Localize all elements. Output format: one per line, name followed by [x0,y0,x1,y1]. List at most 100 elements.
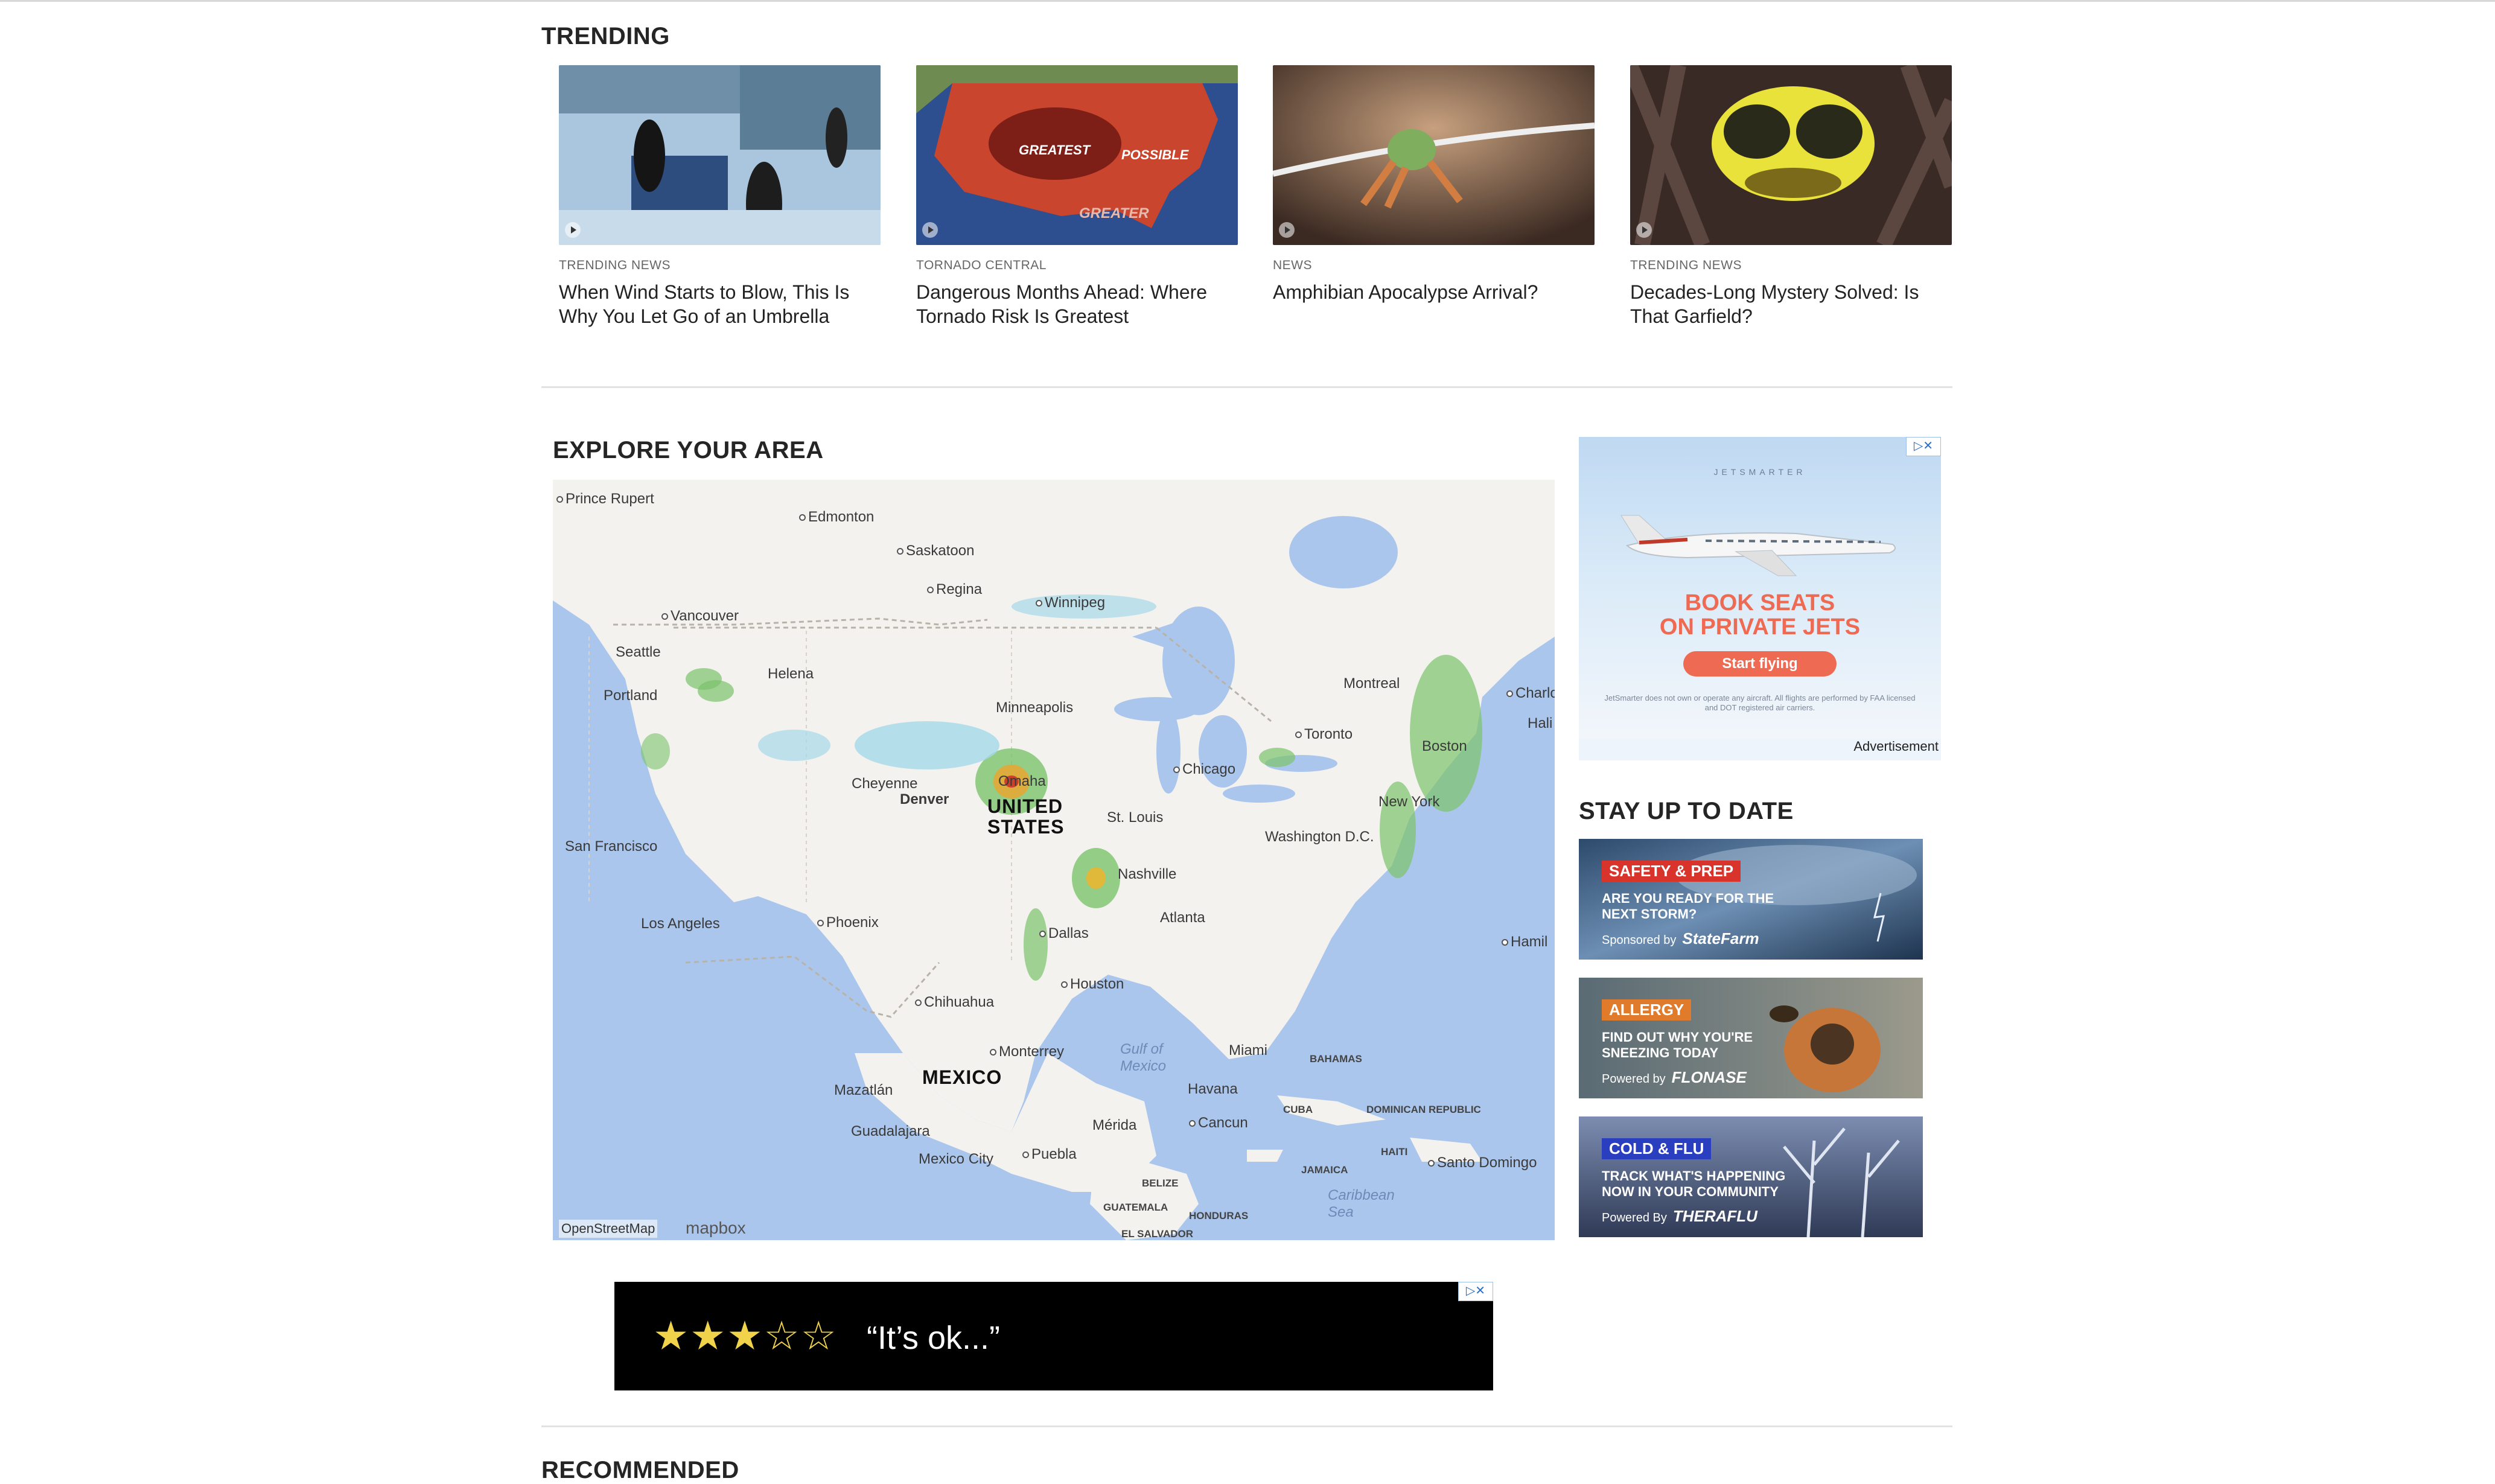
play-icon[interactable] [1636,222,1652,238]
map-country-label: UNITED STATES [987,795,1065,838]
ad-headline-line2: ON PRIVATE JETS [1659,614,1861,640]
video-thumbnail[interactable] [1630,65,1952,245]
top-border [0,0,2495,2]
recommended-heading: RECOMMENDED [541,1457,739,1483]
map-region-label: GUATEMALA [1103,1202,1168,1213]
advertisement-label: Advertisement [1853,739,1939,754]
map-overlay-text: GREATEST [1019,142,1091,158]
sponsor-logo: StateFarm [1682,929,1759,947]
card-category: NEWS [1273,258,1312,272]
trending-heading: TRENDING [541,23,670,49]
map-city-label: Montreal [1343,675,1400,692]
map-city-label: Seattle [616,644,661,660]
card-headline[interactable]: Amphibian Apocalypse Arrival? [1273,280,1595,304]
map-city-label: Chihuahua [915,994,994,1011]
weather-radar-map[interactable]: Prince Rupert Edmonton Saskatoon Regina … [553,480,1555,1240]
map-region-label: EL SALVADOR [1121,1228,1194,1240]
advertisement-banner-bottom[interactable]: ▷✕ ★★★☆☆ “It’s ok...” [614,1282,1493,1390]
map-city-label: Dallas [1039,925,1089,942]
ad-brand: JETSMARTER [1713,467,1806,477]
map-sea-label: Caribbean Sea [1328,1187,1395,1220]
sponsor-prefix: Sponsored by [1602,934,1677,947]
map-city-label: Mérida [1092,1117,1137,1133]
map-city-label: Miami [1229,1042,1267,1059]
map-city-label: Toronto [1295,726,1353,743]
map-city-label: Minneapolis [996,699,1074,716]
map-overlay-text: POSSIBLE [1121,147,1189,162]
explore-heading: EXPLORE YOUR AREA [553,437,824,463]
map-city-label: Saskatoon [897,543,974,559]
map-city-label: Cancun [1189,1115,1248,1132]
map-city-label: Boston [1422,738,1467,754]
play-icon[interactable] [922,222,938,238]
map-city-label: Prince Rupert [556,491,654,508]
mapbox-logo[interactable]: mapbox [686,1218,746,1238]
video-thumbnail[interactable]: GREATEST POSSIBLE GREATER [916,65,1238,245]
promo-card-cold-flu[interactable]: COLD & FLU TRACK WHAT'S HAPPENING NOW IN… [1579,1116,1923,1237]
map-city-label: Houston [1061,976,1124,993]
advertisement-banner[interactable]: ▷✕ JETSMARTER BOOK SEATS ON PRIVATE JETS… [1579,437,1941,760]
sponsor-logo: THERAFLU [1672,1207,1757,1225]
private-jet-icon [1620,515,1896,576]
adchoices-icon[interactable]: ▷✕ [1458,1282,1493,1301]
map-city-label: Washington D.C. [1265,829,1374,845]
map-city-label: Cheyenne [852,775,918,792]
promo-sponsor: Powered By THERAFLU [1602,1207,1757,1226]
map-city-label: Guadalajara [851,1123,930,1139]
ad-quote: “It’s ok...” [867,1320,1001,1356]
map-city-label: Nashville [1118,866,1177,882]
promo-description: FIND OUT WHY YOU'RE SNEEZING TODAY [1602,1030,1753,1060]
map-city-label: Phoenix [817,914,879,931]
card-headline[interactable]: When Wind Starts to Blow, This Is Why Yo… [559,280,881,328]
map-overlay-text: GREATER [1079,205,1149,221]
play-icon[interactable] [565,222,581,238]
card-headline[interactable]: Dangerous Months Ahead: Where Tornado Ri… [916,280,1238,328]
star-rating: ★★★☆☆ [653,1313,838,1358]
map-region-label: CUBA [1283,1104,1313,1115]
map-region-label: HONDURAS [1189,1210,1249,1221]
card-headline[interactable]: Decades-Long Mystery Solved: Is That Gar… [1630,280,1952,328]
trending-card[interactable]: TRENDING NEWS Decades-Long Mystery Solve… [1630,65,1952,328]
adchoices-icon[interactable]: ▷✕ [1906,437,1941,456]
promo-description: ARE YOU READY FOR THE NEXT STORM? [1602,891,1774,922]
promo-card-allergy[interactable]: ALLERGY FIND OUT WHY YOU'RE SNEEZING TOD… [1579,978,1923,1098]
map-region-label: BELIZE [1142,1177,1179,1189]
map-city-label: Charlottetown [1506,685,1555,702]
map-city-label: Monterrey [990,1043,1064,1060]
map-city-label: San Francisco [565,838,658,855]
map-city-label: Hali [1528,715,1553,731]
map-city-label: Portland [604,687,658,704]
map-city-label: Denver [900,791,949,807]
video-thumbnail[interactable] [1273,65,1595,245]
sponsor-prefix: Powered by [1602,1072,1666,1086]
map-region-label: JAMAICA [1301,1164,1348,1176]
map-city-label: Mazatlán [834,1082,893,1098]
promo-sponsor: Powered by FLONASE [1602,1068,1747,1087]
card-category: TORNADO CENTRAL [916,258,1047,272]
map-city-label: Hamil [1502,934,1547,951]
play-icon[interactable] [1279,222,1295,238]
section-divider [541,1425,1952,1427]
trending-card[interactable]: TRENDING NEWS When Wind Starts to Blow, … [559,65,881,328]
trending-card[interactable]: GREATEST POSSIBLE GREATER TORNADO CENTRA… [916,65,1238,328]
ad-disclaimer: JetSmarter does not own or operate any a… [1604,693,1916,712]
ad-headline: BOOK SEATS ON PRIVATE JETS [1579,591,1941,639]
promo-card-safety[interactable]: SAFETY & PREP ARE YOU READY FOR THE NEXT… [1579,839,1923,960]
sponsor-logo: FLONASE [1671,1068,1747,1086]
promo-sponsor: Sponsored by StateFarm [1602,929,1759,948]
promo-tag: ALLERGY [1602,999,1692,1021]
map-city-label: Helena [768,666,814,682]
video-thumbnail[interactable] [559,65,881,245]
map-city-label: Santo Domingo [1428,1154,1537,1171]
promo-tag: SAFETY & PREP [1602,861,1741,882]
trending-card[interactable]: NEWS Amphibian Apocalypse Arrival? [1273,65,1595,304]
map-sea-label: Gulf of Mexico [1120,1041,1167,1074]
map-city-label: Havana [1188,1081,1238,1097]
start-flying-button[interactable]: Start flying [1683,651,1837,677]
map-city-label: Omaha [998,773,1046,789]
map-attribution[interactable]: OpenStreetMap [559,1220,658,1238]
map-city-label: Atlanta [1160,909,1205,926]
map-city-label: Vancouver [661,608,739,625]
map-canvas [553,480,1555,1240]
map-city-label: Chicago [1173,761,1235,778]
